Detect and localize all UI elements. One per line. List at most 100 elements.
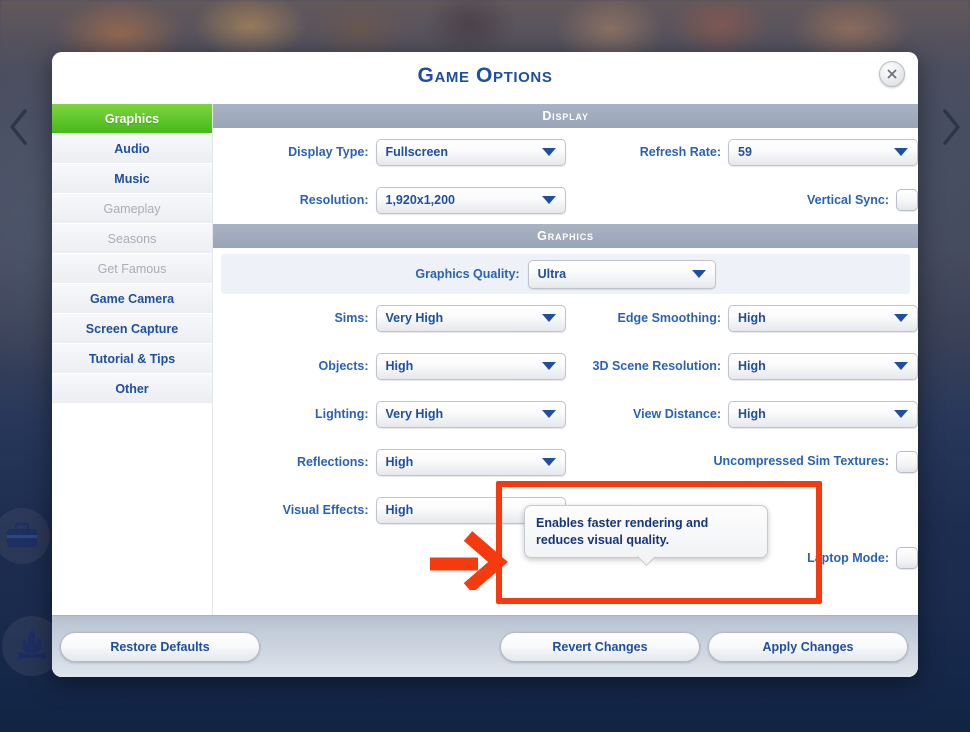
row-resolution: Resolution: 1,920x1,200 Vertical Sync: <box>213 176 918 224</box>
resolution-label: Resolution: <box>299 193 369 207</box>
field-display-type: Display Type: Fullscreen <box>213 138 566 166</box>
resolution-value: 1,920x1,200 <box>385 193 456 207</box>
reflections-label: Reflections: <box>296 455 369 469</box>
tooltip-tail <box>637 556 655 566</box>
close-button[interactable] <box>879 61 905 87</box>
view-distance-value: High <box>738 407 766 421</box>
sims-value: Very High <box>385 311 444 325</box>
chevron-down-icon <box>894 362 908 370</box>
edge-smoothing-value: High <box>738 311 766 325</box>
display-type-dropdown[interactable]: Fullscreen <box>375 138 566 166</box>
sims-dropdown[interactable]: Very High <box>375 304 566 332</box>
graphics-quality-dropdown[interactable]: Ultra <box>527 259 716 289</box>
chevron-down-icon <box>541 362 556 370</box>
sidebar-item-label: Audio <box>114 141 150 156</box>
graphics-quality-label: Graphics Quality: <box>415 267 520 281</box>
resolution-dropdown[interactable]: 1,920x1,200 <box>375 186 566 214</box>
row-reflections: Reflections: High Uncompressed Sim Textu… <box>213 438 918 486</box>
lighting-value: Very High <box>385 407 444 421</box>
game-options-dialog: Game Options Graphics Audio Music Gamepl… <box>52 52 918 677</box>
visual-effects-label: Visual Effects: <box>282 503 369 517</box>
sidebar-item-get-famous: Get Famous <box>52 254 212 284</box>
sidebar-item-game-camera[interactable]: Game Camera <box>52 284 212 314</box>
row-graphics-quality: Graphics Quality: Ultra <box>221 254 910 294</box>
scene-resolution-label: 3D Scene Resolution: <box>592 359 722 373</box>
refresh-rate-dropdown[interactable]: 59 <box>728 138 918 166</box>
sidebar-item-label: Game Camera <box>89 291 175 306</box>
sidebar-item-label: Music <box>114 171 150 186</box>
sidebar-item-audio[interactable]: Audio <box>52 134 212 164</box>
sidebar-item-label: Seasons <box>107 231 157 246</box>
field-refresh-rate: Refresh Rate: 59 <box>566 138 918 166</box>
objects-dropdown[interactable]: High <box>375 352 566 380</box>
page-title: Game Options <box>417 64 553 87</box>
view-distance-dropdown[interactable]: High <box>728 400 918 428</box>
chevron-down-icon <box>894 314 908 322</box>
sidebar-item-screen-capture[interactable]: Screen Capture <box>52 314 212 344</box>
chevron-right-icon[interactable] <box>934 104 968 150</box>
display-type-value: Fullscreen <box>385 145 449 159</box>
view-distance-label: View Distance: <box>632 407 721 421</box>
laptop-mode-checkbox[interactable] <box>896 547 918 569</box>
field-resolution: Resolution: 1,920x1,200 <box>213 186 566 214</box>
sidebar-item-label: Other <box>115 381 149 396</box>
graphics-quality-value: Ultra <box>537 267 567 281</box>
refresh-rate-label: Refresh Rate: <box>639 145 721 159</box>
field-edge-smoothing: Edge Smoothing: High <box>566 304 918 332</box>
sidebar-item-label: Tutorial & Tips <box>88 351 176 366</box>
uncompressed-textures-label: Uncompressed Sim Textures: <box>713 454 889 469</box>
chevron-down-icon <box>691 270 706 278</box>
revert-changes-button[interactable]: Revert Changes <box>500 632 700 662</box>
objects-value: High <box>385 359 414 373</box>
sidebar-item-graphics[interactable]: Graphics <box>52 104 212 134</box>
row-lighting: Lighting: Very High View Distance: High <box>213 390 918 438</box>
row-sims: Sims: Very High Edge Smoothing: High <box>213 294 918 342</box>
refresh-rate-value: 59 <box>738 145 752 159</box>
edge-smoothing-dropdown[interactable]: High <box>728 304 918 332</box>
reflections-value: High <box>385 455 414 469</box>
objects-label: Objects: <box>318 359 369 373</box>
sidebar-item-label: Get Famous <box>97 261 167 276</box>
field-objects: Objects: High <box>213 352 566 380</box>
reflections-dropdown[interactable]: High <box>375 448 566 476</box>
field-lighting: Lighting: Very High <box>213 400 566 428</box>
edge-smoothing-label: Edge Smoothing: <box>617 311 721 325</box>
field-reflections: Reflections: High <box>213 448 566 476</box>
sidebar-item-label: Screen Capture <box>85 321 179 336</box>
row-display-type: Display Type: Fullscreen Refresh Rate: 5… <box>213 128 918 176</box>
chevron-down-icon <box>541 410 556 418</box>
section-header-graphics: Graphics <box>213 224 918 248</box>
close-icon <box>887 69 897 79</box>
game-screen: Game Options Graphics Audio Music Gamepl… <box>0 0 970 732</box>
sidebar-item-music[interactable]: Music <box>52 164 212 194</box>
field-uncompressed-textures: Uncompressed Sim Textures: <box>566 451 918 473</box>
sidebar: Graphics Audio Music Gameplay Seasons Ge… <box>52 104 212 677</box>
uncompressed-textures-checkbox[interactable] <box>896 451 918 473</box>
sidebar-item-gameplay: Gameplay <box>52 194 212 224</box>
scene-resolution-value: High <box>738 359 766 373</box>
apply-changes-button[interactable]: Apply Changes <box>708 632 908 662</box>
chevron-down-icon <box>894 148 908 156</box>
dialog-body: Graphics Audio Music Gameplay Seasons Ge… <box>52 104 918 677</box>
vertical-sync-checkbox[interactable] <box>896 189 918 211</box>
field-view-distance: View Distance: High <box>566 400 918 428</box>
dialog-titlebar: Game Options <box>52 52 918 104</box>
chevron-down-icon <box>541 148 556 156</box>
field-visual-effects: Visual Effects: High <box>213 496 566 524</box>
chevron-down-icon <box>541 196 556 204</box>
chevron-down-icon <box>541 458 556 466</box>
chevron-left-icon[interactable] <box>2 104 36 150</box>
dialog-footer: Restore Defaults Revert Changes Apply Ch… <box>52 615 918 677</box>
scene-resolution-dropdown[interactable]: High <box>728 352 918 380</box>
visual-effects-value: High <box>385 503 414 517</box>
sidebar-item-tutorial-tips[interactable]: Tutorial & Tips <box>52 344 212 374</box>
restore-defaults-button[interactable]: Restore Defaults <box>60 632 260 662</box>
sidebar-item-label: Gameplay <box>103 201 161 216</box>
field-vertical-sync: Vertical Sync: <box>566 189 918 211</box>
lighting-dropdown[interactable]: Very High <box>375 400 566 428</box>
sidebar-item-seasons: Seasons <box>52 224 212 254</box>
sidebar-item-other[interactable]: Other <box>52 374 212 404</box>
row-objects: Objects: High 3D Scene Resolution: High <box>213 342 918 390</box>
lighting-label: Lighting: <box>315 407 369 421</box>
display-type-label: Display Type: <box>288 145 369 159</box>
